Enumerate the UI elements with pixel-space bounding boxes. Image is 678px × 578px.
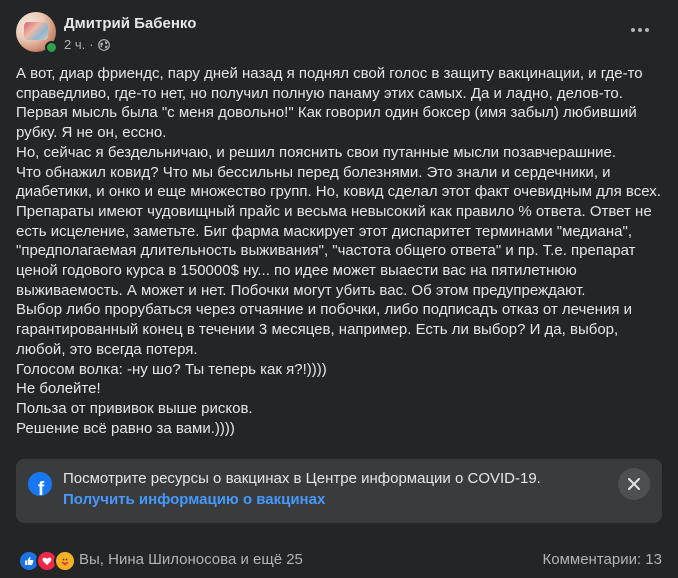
more-options-icon[interactable]	[626, 16, 654, 44]
post-footer: Вы, Нина Шилоносова и ещё 25 Комментарии…	[16, 548, 662, 572]
reaction-icons[interactable]	[18, 550, 76, 572]
post-text-line: Но, сейчас я бездельничаю, и решил поясн…	[16, 143, 617, 161]
post-text-line: Голосом волка: -ну шо? Ты теперь как я?!…	[16, 360, 327, 378]
post-text-line: рубку. Я не он, ессно.	[16, 124, 167, 142]
post-meta: 2 ч. ·	[64, 37, 110, 52]
post-text-line: "предполагаемая длительность выживания",…	[16, 242, 636, 260]
covid-info-banner: f Посмотрите ресурсы о вакцинах в Центре…	[16, 459, 662, 523]
post-text-line: есть исцеление, заметьте. Биг фарма маск…	[16, 222, 633, 240]
post-text-line: А вот, диар фриендс, пару дней назад я п…	[16, 65, 643, 82]
post-text-line: ценой годового курса в 150000$ ну... по …	[16, 262, 577, 280]
comments-count[interactable]: Комментарии: 13	[543, 551, 663, 568]
post-text-line: справедливо, где-то нет, но получил полн…	[16, 84, 623, 102]
post-text-line: Что обнажил ковид? Что мы бессильны пере…	[16, 163, 611, 181]
online-status-indicator	[45, 41, 58, 54]
post-text-line: Польза от прививок выше рисков.	[16, 399, 253, 417]
post-card: Дмитрий Бабенко 2 ч. · А вот, диар фриен…	[0, 0, 678, 578]
post-time[interactable]: 2 ч.	[64, 37, 85, 52]
covid-info-text: Посмотрите ресурсы о вакцинах в Центре и…	[63, 470, 541, 487]
care-icon	[54, 550, 76, 572]
post-text-line: Выбор либо прорубаться через отчаяние и …	[16, 301, 633, 319]
post-text: А вот, диар фриендс, пару дней назад я п…	[16, 64, 664, 438]
post-text-line: Первая мысль была "с меня довольно!" Как…	[16, 104, 637, 122]
post-text-line: Решение всё равно за вами.))))	[16, 419, 235, 437]
facebook-icon: f	[28, 472, 52, 496]
post-header: Дмитрий Бабенко 2 ч. ·	[16, 12, 662, 56]
globe-icon[interactable]	[97, 38, 110, 51]
reactions-summary[interactable]: Вы, Нина Шилоносова и ещё 25	[79, 551, 303, 568]
author-name[interactable]: Дмитрий Бабенко	[64, 15, 196, 32]
post-text-line: Не болейте!	[16, 380, 101, 398]
post-text-line: любой, это всегда потеря.	[16, 340, 198, 358]
post-text-line: гарантированный конец в течении 3 месяце…	[16, 321, 619, 339]
post-text-line: диабетики, и онко и еще множество групп.…	[16, 183, 661, 201]
close-icon[interactable]	[618, 468, 650, 500]
post-text-line: Препараты имеют чудовищный прайс и весьм…	[16, 202, 652, 220]
meta-separator: ·	[89, 37, 94, 52]
vaccine-info-link[interactable]: Получить информацию о вакцинах	[63, 491, 325, 508]
post-text-line: выживаемость. А может и нет. Побочки мог…	[16, 281, 586, 299]
